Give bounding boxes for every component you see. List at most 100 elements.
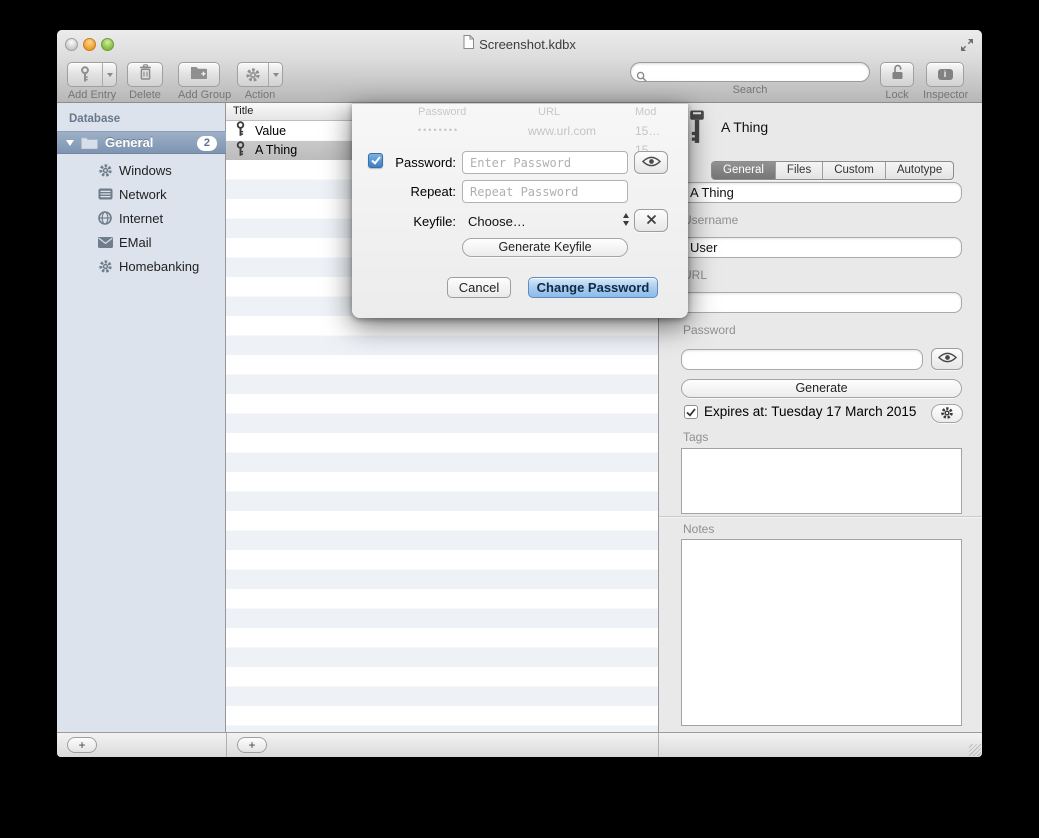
folder-icon	[81, 137, 98, 149]
sidebar-item-email[interactable]: EMail	[57, 230, 226, 254]
app-window: Screenshot.kdbx Add Entry Delete	[57, 30, 982, 757]
add-group-label: Add Group	[178, 89, 220, 101]
folder-plus-icon	[190, 66, 208, 84]
notes-box[interactable]	[681, 539, 962, 726]
sidebar-group-label: General	[105, 135, 153, 150]
disclosure-triangle-icon[interactable]	[66, 140, 74, 146]
popup-stepper-icon[interactable]	[623, 213, 629, 226]
ghost-url-value: www.url.com	[528, 124, 596, 138]
expires-label: Expires at: Tuesday 17 March 2015	[704, 404, 916, 419]
password-label: Password	[683, 323, 736, 337]
tab-custom[interactable]: Custom	[822, 162, 885, 179]
sidebar-item-label: Network	[119, 187, 167, 202]
ghost-column-password: Password	[418, 106, 466, 118]
search-input[interactable]	[630, 62, 870, 82]
trash-icon	[139, 64, 152, 85]
tab-files[interactable]: Files	[775, 162, 822, 179]
sidebar-item-label: Internet	[119, 211, 163, 226]
notes-label: Notes	[683, 522, 714, 536]
action-label: Action	[237, 89, 283, 101]
key-icon	[68, 63, 102, 86]
clear-keyfile-button[interactable]	[634, 209, 668, 232]
footer-divider	[658, 733, 659, 757]
gear-icon	[940, 406, 954, 420]
add-entry-button[interactable]: Add Entry	[67, 62, 117, 101]
expires-settings-button[interactable]	[931, 404, 963, 423]
action-button[interactable]: Action	[237, 62, 283, 101]
envelope-icon	[97, 237, 113, 248]
tags-label: Tags	[683, 430, 708, 444]
server-icon	[97, 188, 113, 200]
gear-icon	[97, 259, 113, 274]
sidebar-item-label: Windows	[119, 163, 172, 178]
add-group-footer-button[interactable]: +	[67, 737, 97, 753]
sidebar-item-homebanking[interactable]: Homebanking	[57, 254, 226, 278]
search-group: Search	[630, 62, 870, 96]
eye-icon	[642, 154, 661, 172]
column-header-title[interactable]: Title	[233, 105, 253, 117]
sheet-repeat-input[interactable]	[462, 180, 628, 203]
add-entry-footer-button[interactable]: +	[237, 737, 267, 753]
tags-box[interactable]	[681, 448, 962, 514]
key-icon-large	[687, 109, 707, 151]
sidebar-item-label: EMail	[119, 235, 152, 250]
tab-general[interactable]: General	[712, 162, 775, 179]
inspector-panel: A Thing General Files Custom Autotype Us…	[658, 103, 982, 732]
delete-button[interactable]: Delete	[127, 62, 163, 101]
expires-checkbox[interactable]	[684, 405, 698, 419]
search-icon	[636, 69, 647, 87]
password-enabled-checkbox[interactable]	[368, 153, 383, 168]
fullscreen-icon[interactable]	[958, 37, 975, 53]
inspector-info-icon: i	[938, 69, 953, 80]
ghost-column-url: URL	[538, 106, 560, 118]
keyfile-popup[interactable]: Choose…	[468, 214, 526, 229]
sidebar-item-windows[interactable]: Windows	[57, 158, 226, 182]
username-label: Username	[683, 213, 738, 227]
sidebar-group-count-badge: 2	[197, 136, 217, 151]
inspector-label: Inspector	[923, 89, 967, 101]
gear-icon	[238, 63, 268, 86]
lock-button[interactable]: Lock	[880, 62, 914, 101]
resize-grip[interactable]	[969, 744, 981, 756]
sidebar-group-general[interactable]: General 2	[57, 131, 226, 154]
generate-password-button[interactable]: Generate	[681, 379, 962, 398]
add-entry-label: Add Entry	[67, 89, 117, 101]
lock-open-icon	[891, 64, 904, 85]
lock-label: Lock	[880, 89, 914, 101]
change-password-button[interactable]: Change Password	[528, 277, 658, 298]
sidebar-item-label: Homebanking	[119, 259, 199, 274]
inspector-entry-title: A Thing	[721, 119, 768, 135]
generate-keyfile-button[interactable]: Generate Keyfile	[462, 238, 628, 257]
ghost-password-dots: ••••••••	[418, 125, 459, 135]
delete-label: Delete	[127, 89, 163, 101]
footer-divider	[226, 733, 227, 757]
sidebar-item-internet[interactable]: Internet	[57, 206, 226, 230]
globe-icon	[97, 211, 113, 225]
url-field[interactable]	[681, 292, 962, 313]
sheet-keyfile-label: Keyfile:	[382, 214, 456, 229]
password-field[interactable]	[681, 349, 923, 370]
show-password-button[interactable]	[931, 348, 963, 370]
desktop: Screenshot.kdbx Add Entry Delete	[0, 0, 1039, 838]
cancel-button[interactable]: Cancel	[447, 277, 511, 298]
action-dropdown-icon[interactable]	[268, 63, 282, 86]
username-field[interactable]	[681, 237, 962, 258]
tab-autotype[interactable]: Autotype	[885, 162, 953, 179]
ghost-column-modified: Mod	[635, 106, 656, 118]
key-icon	[236, 141, 245, 160]
sidebar: Database General 2 Windows Network	[57, 103, 226, 732]
gear-icon	[97, 163, 113, 178]
ghost-modified-value: 15…	[635, 124, 660, 138]
eye-icon	[938, 350, 957, 368]
sidebar-header: Database	[69, 113, 120, 125]
add-entry-dropdown-icon[interactable]	[102, 63, 116, 86]
sheet-show-password-button[interactable]	[634, 151, 668, 174]
inspector-button[interactable]: i Inspector	[923, 62, 967, 101]
title-field[interactable]	[681, 182, 962, 203]
toolbar: Add Entry Delete Add Group	[57, 59, 982, 103]
sheet-password-input[interactable]	[462, 151, 628, 174]
footer-bar: + +	[57, 732, 982, 757]
title-bar: Screenshot.kdbx	[57, 30, 982, 59]
sidebar-item-network[interactable]: Network	[57, 182, 226, 206]
add-group-button[interactable]: Add Group	[178, 62, 220, 101]
